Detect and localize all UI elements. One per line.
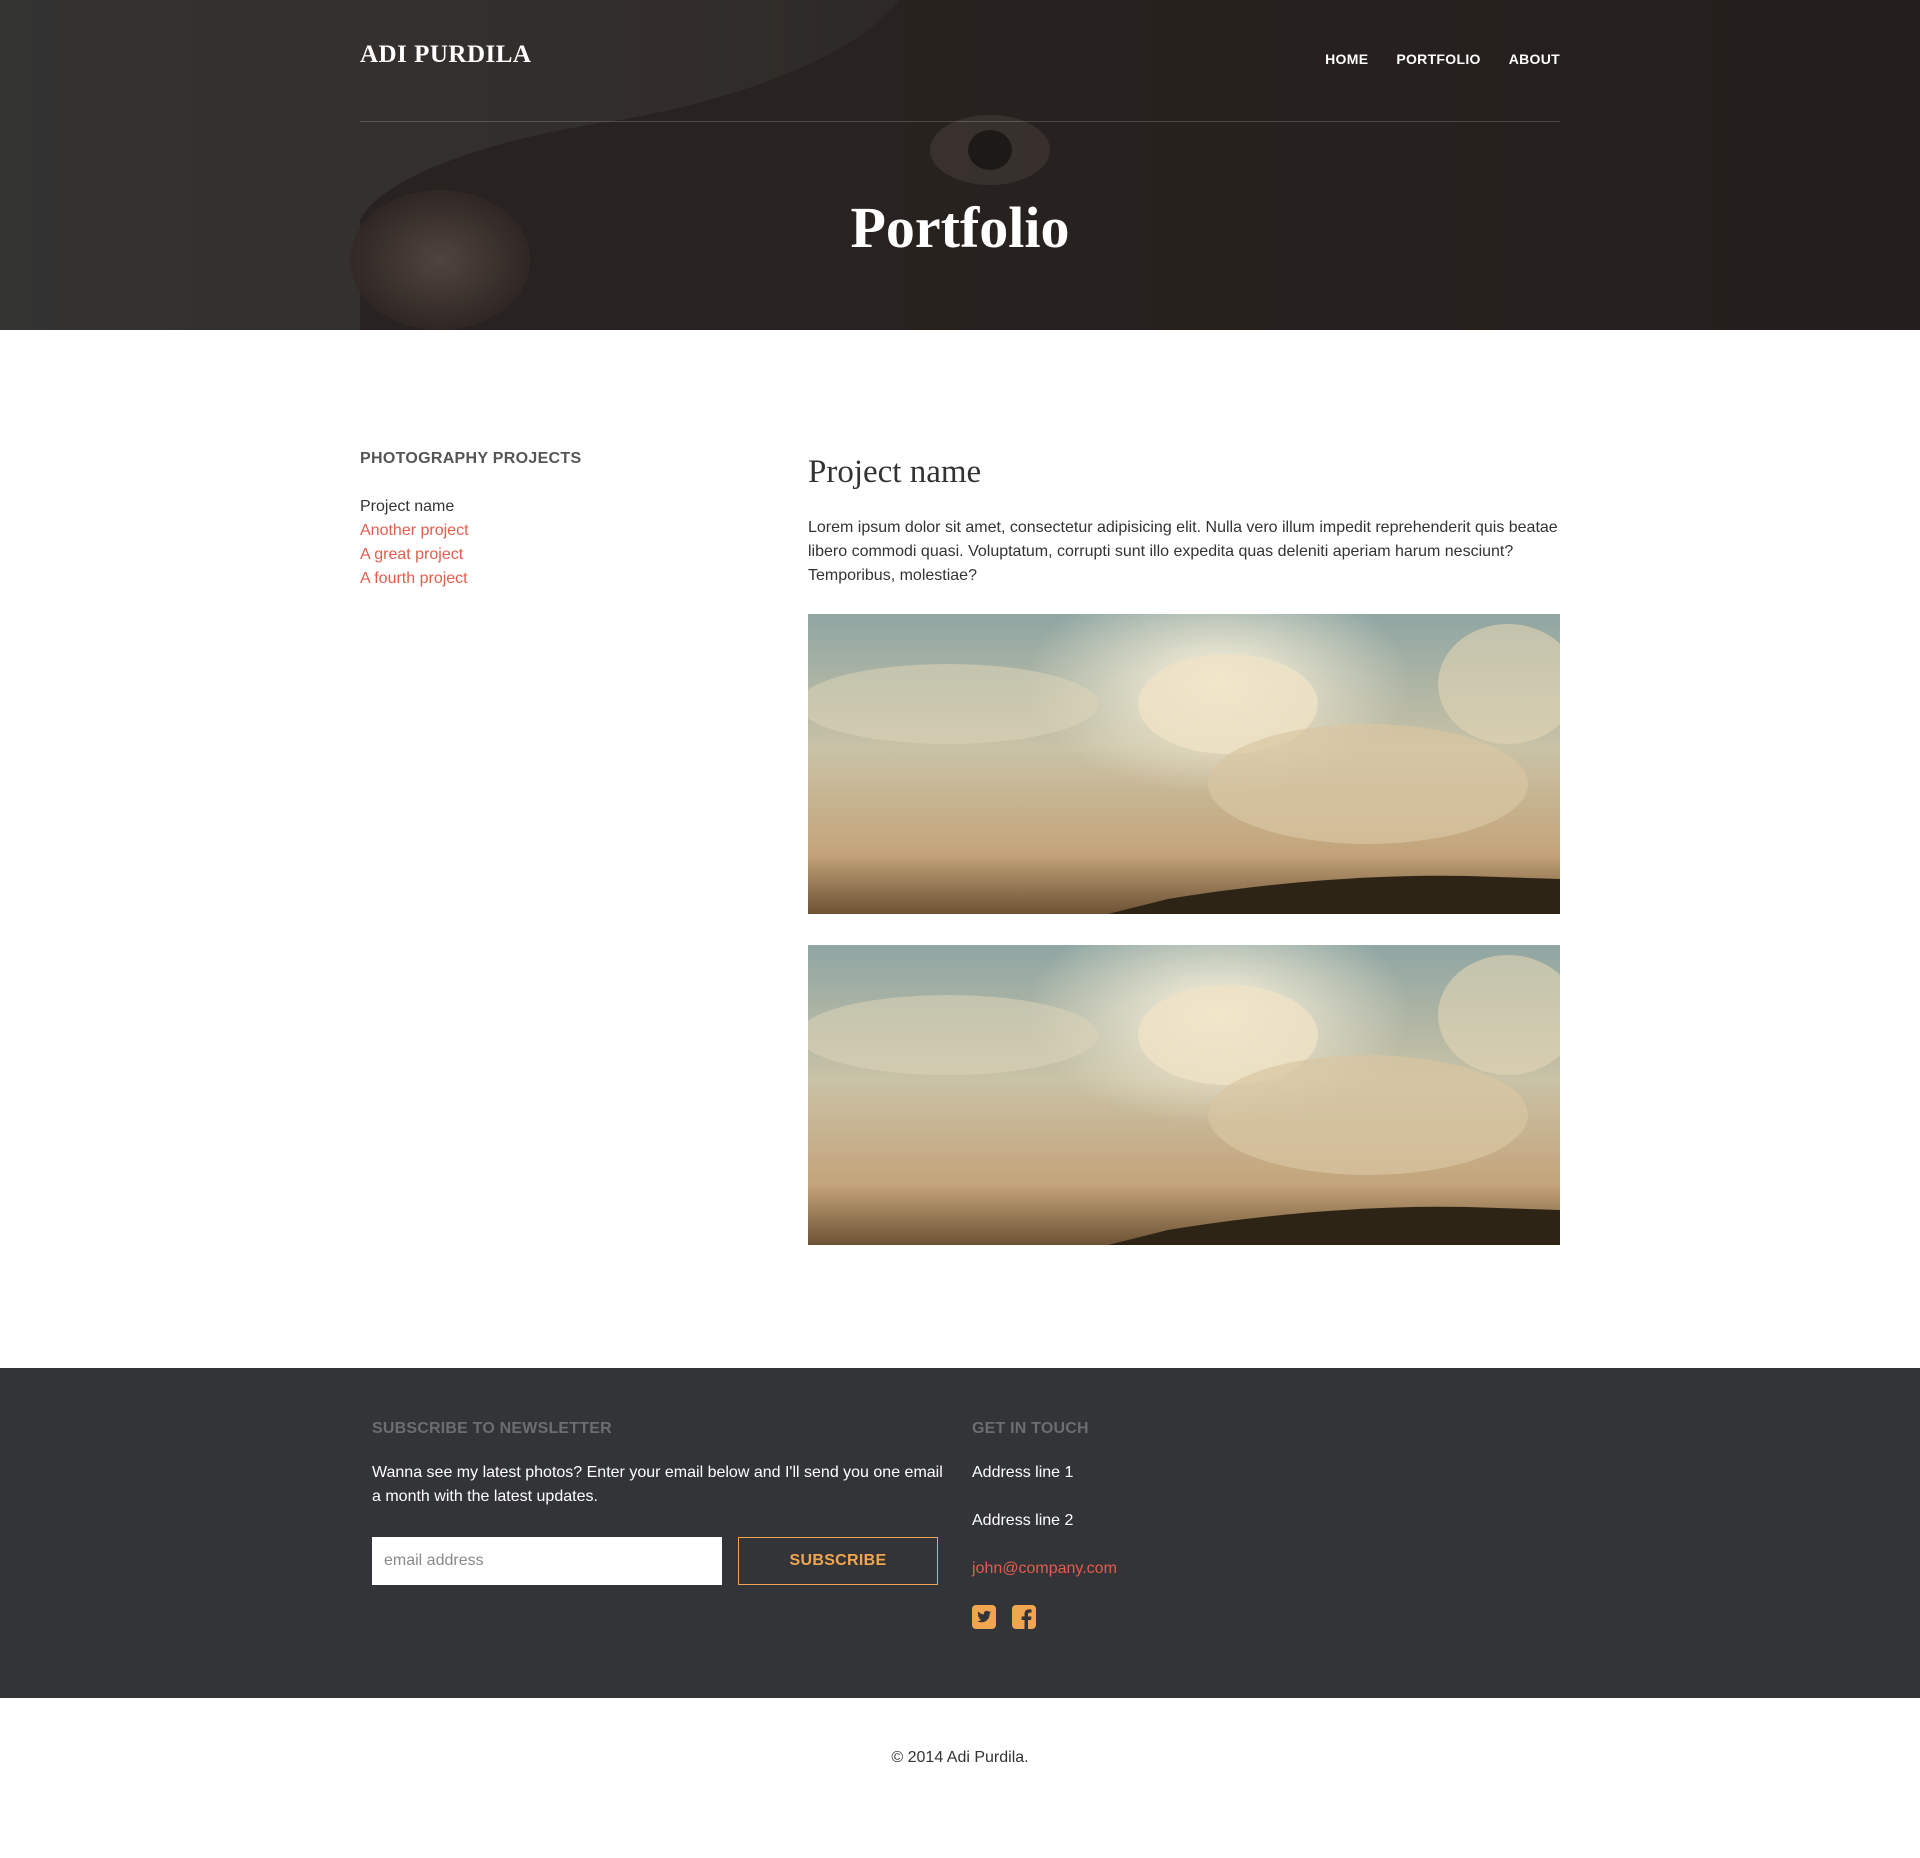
newsletter-description: Wanna see my latest photos? Enter your e…	[372, 1464, 943, 1505]
subscribe-button[interactable]: SUBSCRIBE	[738, 1537, 938, 1585]
project-item: A fourth project	[360, 567, 740, 591]
project-photo	[808, 614, 1560, 914]
project-link-another[interactable]: Another project	[360, 522, 469, 539]
project-title: Project name	[808, 454, 982, 490]
contact-section: GET IN TOUCH Address line 1 Address line…	[972, 1420, 1372, 1629]
contact-email-link[interactable]: john@company.com	[972, 1557, 1372, 1581]
project-item: Another project	[360, 519, 740, 543]
site-footer: SUBSCRIBE TO NEWSLETTER Wanna see my lat…	[0, 1368, 1920, 1698]
page-title: Portfolio	[850, 195, 1070, 260]
address-line-2: Address line 2	[972, 1512, 1074, 1529]
project-link-great[interactable]: A great project	[360, 546, 463, 563]
project-list: Project name Another project A great pro…	[360, 495, 740, 591]
email-input[interactable]	[372, 1537, 722, 1585]
projects-sidebar: PHOTOGRAPHY PROJECTS Project name Anothe…	[360, 450, 740, 591]
project-item: A great project	[360, 543, 740, 567]
copyright-text: © 2014 Adi Purdila.	[891, 1749, 1029, 1766]
header-divider	[360, 121, 1560, 122]
main-nav: HOME PORTFOLIO ABOUT	[1325, 51, 1560, 67]
site-brand-logo[interactable]: ADI PURDILA	[360, 41, 531, 69]
project-item-current: Project name	[360, 498, 455, 515]
hero-banner: ADI PURDILA HOME PORTFOLIO ABOUT Portfol…	[0, 0, 1920, 330]
address-line-1: Address line 1	[972, 1464, 1074, 1481]
contact-heading: GET IN TOUCH	[972, 1420, 1089, 1437]
facebook-icon[interactable]	[1012, 1605, 1036, 1629]
copyright-bar: © 2014 Adi Purdila.	[0, 1698, 1920, 1858]
newsletter-form: SUBSCRIBE	[372, 1537, 944, 1585]
nav-home[interactable]: HOME	[1325, 51, 1368, 67]
twitter-icon[interactable]	[972, 1605, 996, 1629]
sidebar-heading: PHOTOGRAPHY PROJECTS	[360, 450, 582, 467]
project-photo	[808, 945, 1560, 1245]
project-link-fourth[interactable]: A fourth project	[360, 570, 468, 587]
newsletter-section: SUBSCRIBE TO NEWSLETTER Wanna see my lat…	[372, 1420, 944, 1585]
newsletter-heading: SUBSCRIBE TO NEWSLETTER	[372, 1420, 612, 1437]
main-content: PHOTOGRAPHY PROJECTS Project name Anothe…	[0, 330, 1920, 1368]
nav-portfolio[interactable]: PORTFOLIO	[1396, 51, 1480, 67]
nav-about[interactable]: ABOUT	[1509, 51, 1560, 67]
project-description: Lorem ipsum dolor sit amet, consectetur …	[808, 519, 1558, 584]
social-links	[972, 1605, 1372, 1629]
project-content: Project name Lorem ipsum dolor sit amet,…	[808, 452, 1560, 1245]
